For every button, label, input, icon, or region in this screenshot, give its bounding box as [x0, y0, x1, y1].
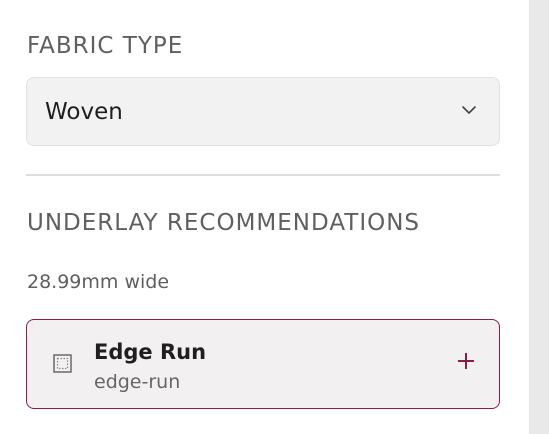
width-note: 28.99mm wide [27, 271, 170, 293]
fabric-type-select[interactable]: Woven [26, 77, 500, 146]
dotted-square-icon [53, 354, 72, 373]
recommendation-id: edge-run [94, 371, 181, 393]
underlay-recommendations-heading: UNDERLAY RECOMMENDATIONS [27, 210, 421, 236]
recommendation-title: Edge Run [94, 340, 207, 364]
scrollbar[interactable] [529, 0, 549, 434]
recommendation-card-edge-run[interactable]: Edge Run edge-run [26, 319, 500, 409]
settings-panel: FABRIC TYPE Woven UNDERLAY RECOMMENDATIO… [0, 0, 529, 434]
fabric-type-heading: FABRIC TYPE [27, 33, 184, 59]
fabric-type-value: Woven [45, 99, 123, 125]
plus-icon[interactable] [453, 348, 479, 374]
chevron-down-icon [462, 106, 476, 114]
section-divider [26, 174, 500, 176]
